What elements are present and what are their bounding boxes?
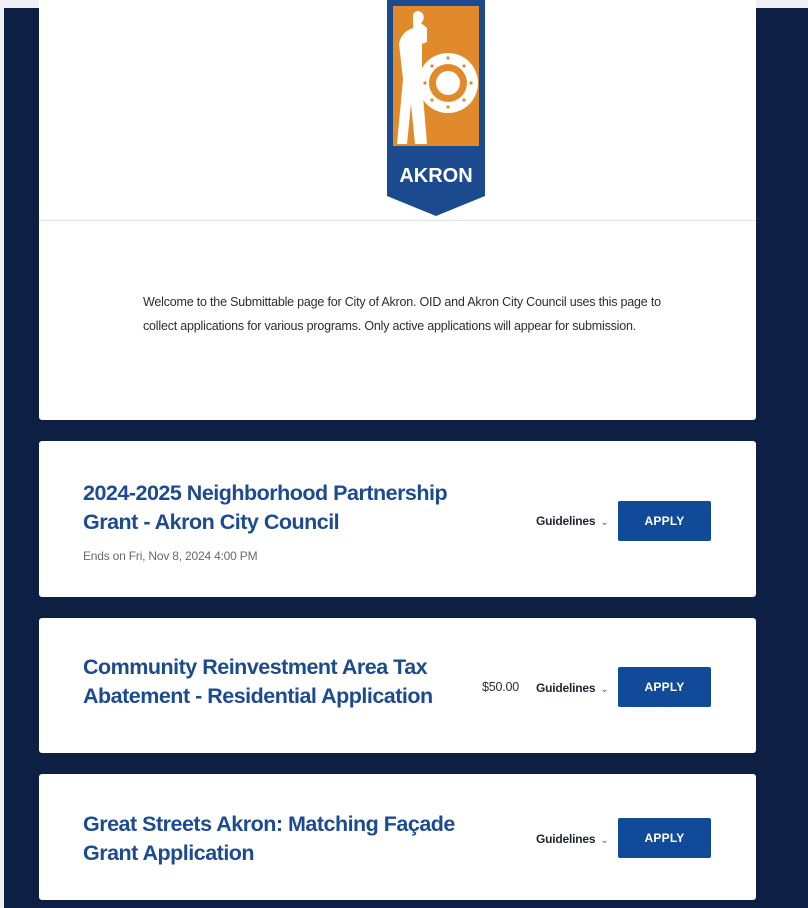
guidelines-label: Guidelines <box>536 681 596 695</box>
chevron-down-icon: ⌄ <box>600 684 609 695</box>
welcome-text: Welcome to the Submittable page for City… <box>143 295 661 333</box>
guidelines-label: Guidelines <box>536 514 596 528</box>
header-card: AKRON <box>39 0 756 221</box>
chevron-down-icon: ⌄ <box>600 517 609 528</box>
logo-text: AKRON <box>399 165 472 187</box>
apply-button[interactable]: APPLY <box>618 818 711 858</box>
apply-button[interactable]: APPLY <box>618 501 711 541</box>
application-title[interactable]: Great Streets Akron: Matching Façade Gra… <box>83 810 503 868</box>
guidelines-label: Guidelines <box>536 832 596 846</box>
application-title[interactable]: Community Reinvestment Area Tax Abatemen… <box>83 653 503 711</box>
application-title[interactable]: 2024-2025 Neighborhood Partnership Grant… <box>83 479 503 537</box>
welcome-card: Welcome to the Submittable page for City… <box>39 221 756 420</box>
application-card: Great Streets Akron: Matching Façade Gra… <box>39 774 756 900</box>
guidelines-dropdown[interactable]: Guidelines ⌄ <box>536 514 609 528</box>
application-card: Community Reinvestment Area Tax Abatemen… <box>39 618 756 753</box>
akron-logo: AKRON <box>387 0 485 216</box>
application-fee: $50.00 <box>482 680 520 694</box>
guidelines-dropdown[interactable]: Guidelines ⌄ <box>536 832 609 846</box>
chevron-down-icon: ⌄ <box>600 835 609 846</box>
guidelines-dropdown[interactable]: Guidelines ⌄ <box>536 681 609 695</box>
apply-button[interactable]: APPLY <box>618 667 711 707</box>
application-card: 2024-2025 Neighborhood Partnership Grant… <box>39 441 756 597</box>
application-deadline: Ends on Fri, Nov 8, 2024 4:00 PM <box>83 549 258 563</box>
